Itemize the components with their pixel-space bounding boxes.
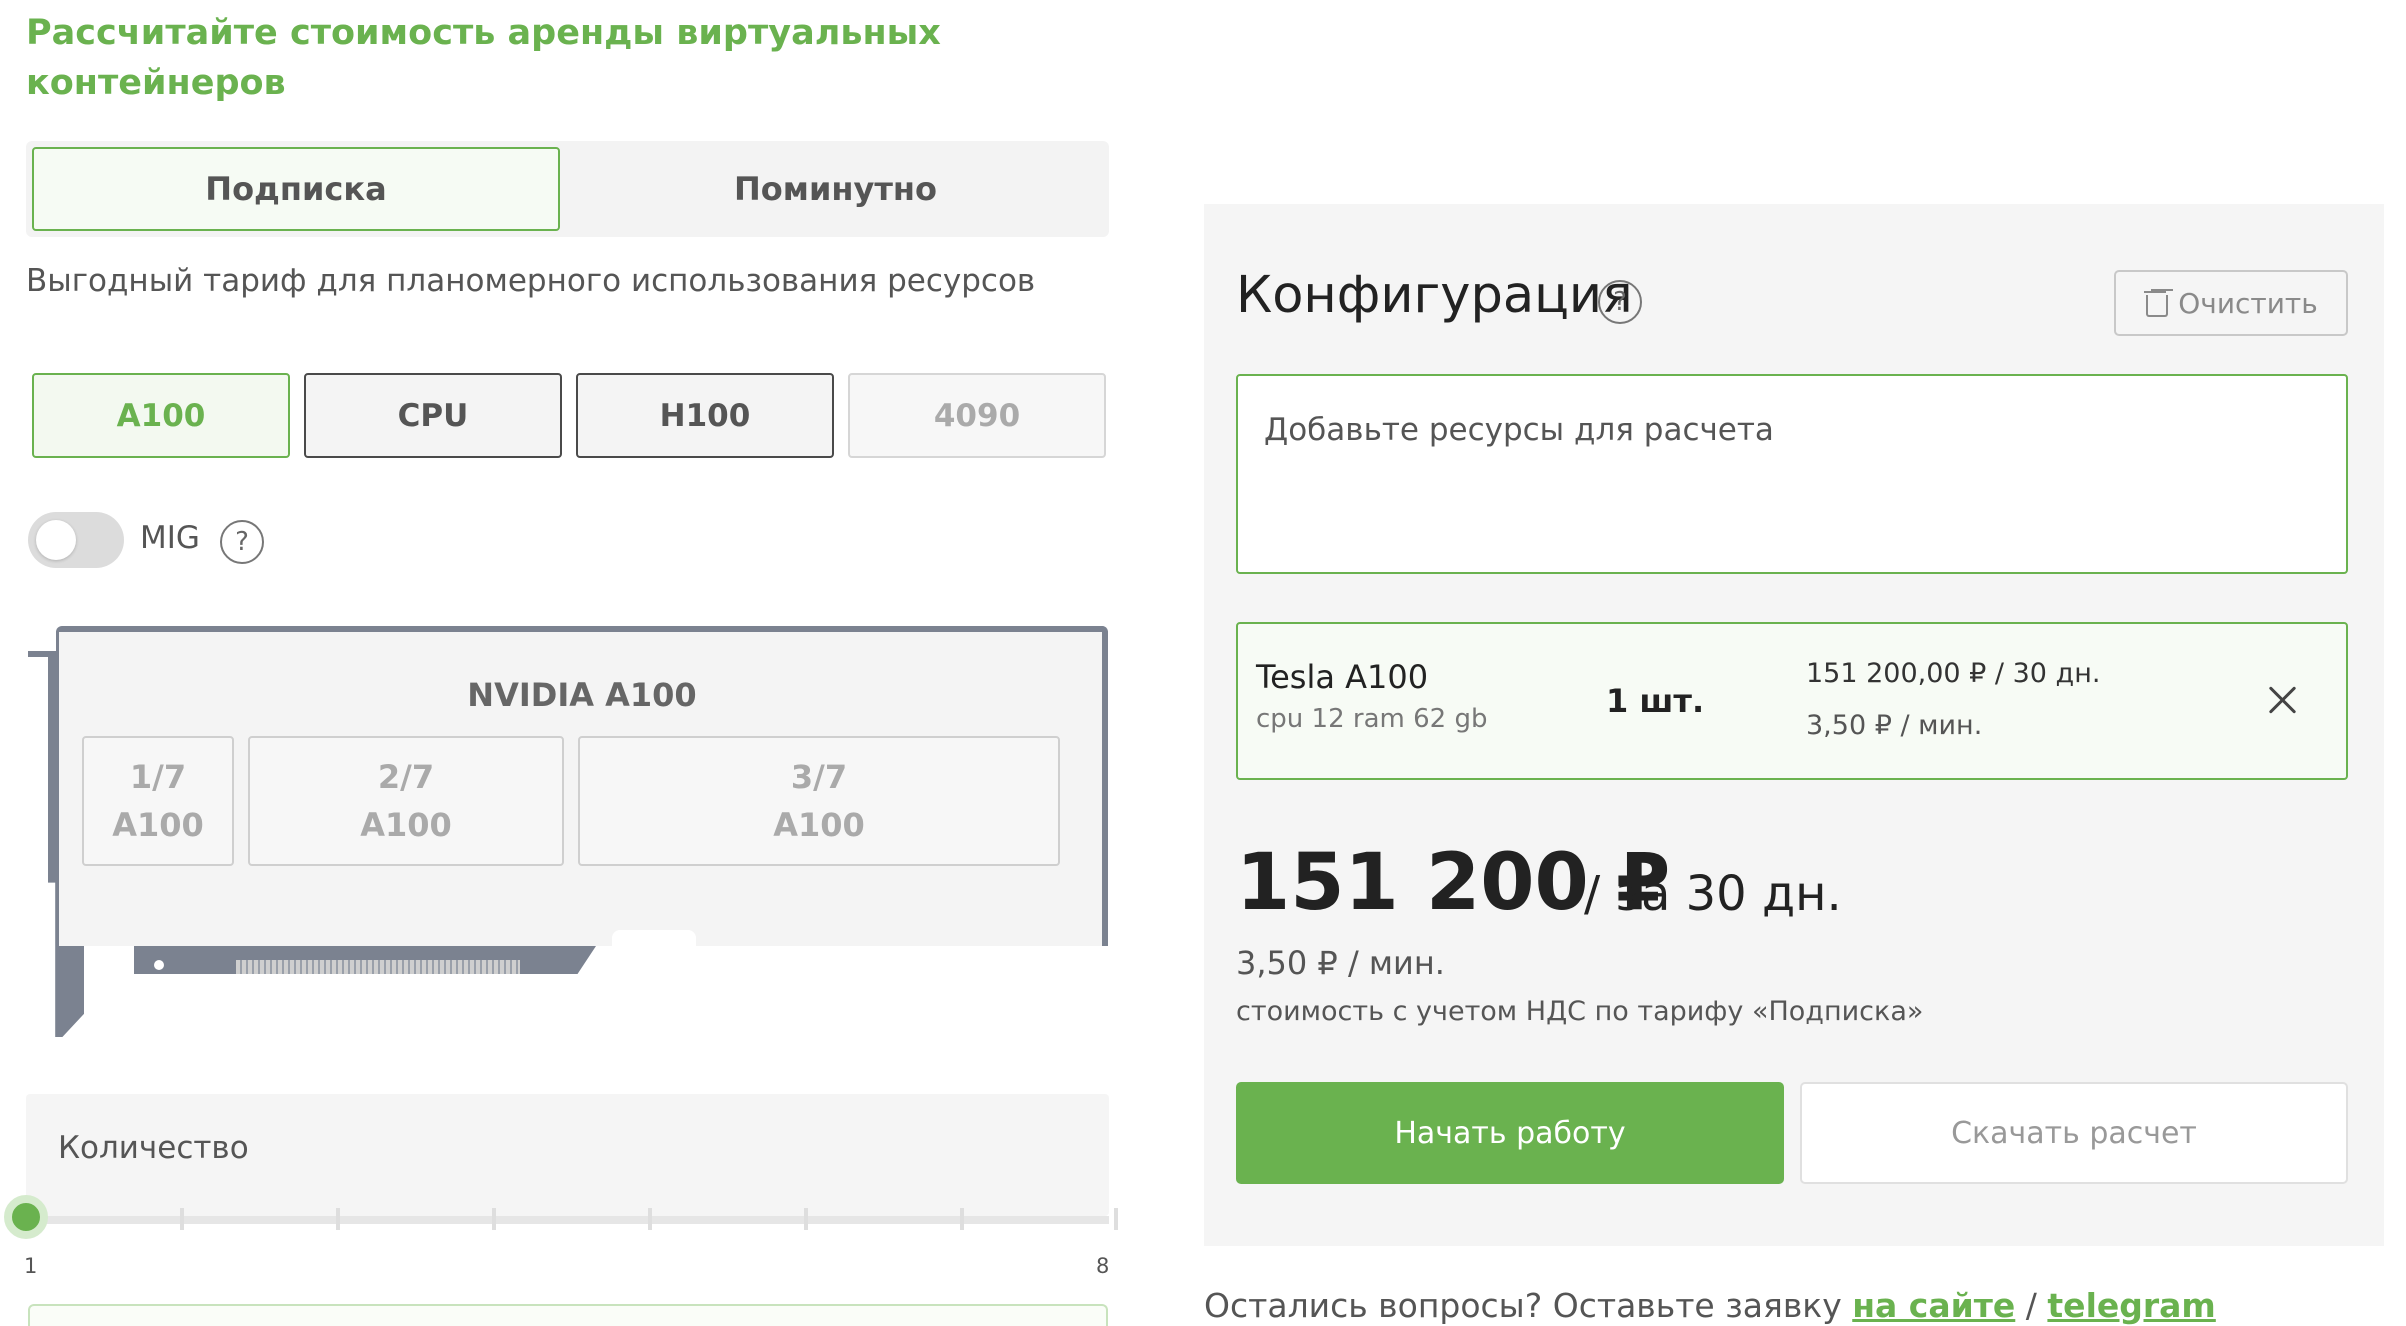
tab-subscription[interactable]: Подписка — [32, 147, 560, 231]
resource-item-name: Tesla A100 — [1256, 658, 1429, 696]
start-work-button[interactable]: Начать работу — [1236, 1082, 1784, 1184]
slot-fraction: 2/7 — [377, 758, 435, 796]
footer-link-telegram[interactable]: telegram — [2047, 1286, 2215, 1325]
slot-fraction: 1/7 — [129, 758, 187, 796]
resource-item-quantity: 1 шт. — [1606, 682, 1705, 720]
gpu-connector-dot — [154, 960, 164, 970]
mig-toggle[interactable] — [28, 512, 124, 568]
slider-tick — [492, 1208, 496, 1230]
resource-item-specs: cpu 12 ram 62 gb — [1256, 704, 1488, 734]
close-icon[interactable] — [2264, 682, 2300, 718]
slider-tick — [180, 1208, 184, 1230]
gpu-type-4090-button[interactable]: 4090 — [848, 373, 1106, 458]
quantity-label: Количество — [58, 1130, 249, 1166]
slider-tick — [1114, 1208, 1118, 1230]
gpu-card-notch — [612, 930, 696, 950]
configuration-help-icon[interactable]: ? — [1598, 280, 1642, 324]
slider-tick — [648, 1208, 652, 1230]
footer-text: Остались вопросы? Оставьте заявку — [1204, 1286, 1842, 1325]
mig-slot-3-7[interactable]: 3/7 A100 — [578, 736, 1060, 866]
total-period: / за 30 дн. — [1584, 866, 1842, 922]
gpu-type-h100-button[interactable]: H100 — [576, 373, 834, 458]
gpu-card-label: NVIDIA A100 — [467, 676, 697, 714]
page-title: Рассчитайте стоимость аренды виртуальных… — [26, 13, 941, 103]
next-section-card — [28, 1304, 1108, 1326]
download-estimate-button[interactable]: Скачать расчет — [1800, 1082, 2348, 1184]
mig-help-icon[interactable]: ? — [220, 520, 264, 564]
slider-max-label: 8 — [1096, 1254, 1110, 1278]
total-vat-note: стоимость с учетом НДС по тарифу «Подпис… — [1236, 996, 1924, 1027]
mig-label: MIG — [140, 520, 200, 556]
mig-toggle-knob — [36, 520, 76, 560]
resource-dropzone[interactable] — [1236, 374, 2348, 574]
trash-icon — [2144, 289, 2169, 317]
mig-slot-2-7[interactable]: 2/7 A100 — [248, 736, 564, 866]
quantity-slider-thumb[interactable] — [4, 1195, 48, 1239]
mig-slot-1-7[interactable]: 1/7 A100 — [82, 736, 234, 866]
resource-item-price-month: 151 200,00 ₽ / 30 дн. — [1806, 658, 2101, 689]
clear-button-label: Очистить — [2178, 286, 2318, 320]
slider-tick — [960, 1208, 964, 1230]
resource-item-price-minute: 3,50 ₽ / мин. — [1806, 710, 1983, 741]
tariff-description: Выгодный тариф для планомерного использо… — [26, 263, 1036, 299]
gpu-pcie-pins — [236, 960, 520, 974]
resource-item-card — [1236, 622, 2348, 780]
resource-placeholder-text: Добавьте ресурсы для расчета — [1264, 412, 1774, 448]
configuration-title: Конфигурация — [1236, 266, 1633, 325]
slot-model: A100 — [112, 806, 204, 844]
clear-button[interactable]: Очистить — [2114, 270, 2348, 336]
footer-separator: / — [2025, 1286, 2037, 1325]
quantity-slider-track[interactable] — [26, 1216, 1109, 1224]
slider-tick — [804, 1208, 808, 1230]
gpu-type-a100-button[interactable]: A100 — [32, 373, 290, 458]
tariff-mode-switch: Подписка Поминутно — [26, 141, 1109, 237]
gpu-type-cpu-button[interactable]: CPU — [304, 373, 562, 458]
slot-model: A100 — [360, 806, 452, 844]
footer-link-site[interactable]: на сайте — [1852, 1286, 2015, 1325]
footer-contact: Остались вопросы? Оставьте заявку на сай… — [1204, 1286, 2216, 1325]
tab-per-minute[interactable]: Поминутно — [568, 147, 1103, 231]
total-per-minute: 3,50 ₽ / мин. — [1236, 944, 1445, 982]
slider-tick — [336, 1208, 340, 1230]
slot-fraction: 3/7 — [790, 758, 848, 796]
slot-model: A100 — [773, 806, 865, 844]
slider-min-label: 1 — [24, 1254, 38, 1278]
